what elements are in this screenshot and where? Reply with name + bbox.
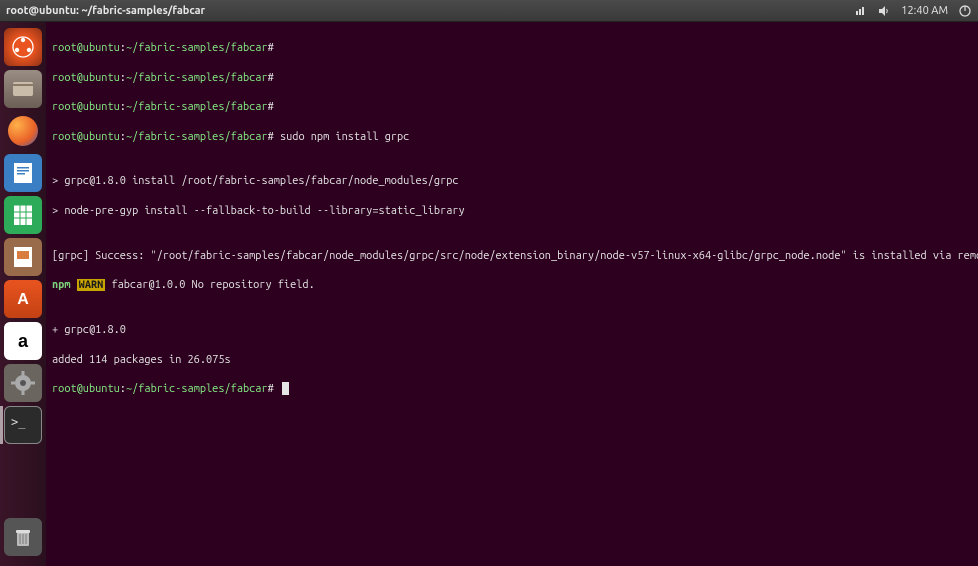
window-title: root@ubuntu: ~/fabric-samples/fabcar	[6, 5, 205, 17]
terminal-line: root@ubuntu:~/fabric-samples/fabcar# sud…	[52, 130, 972, 145]
active-app-marker	[0, 406, 3, 444]
terminal-line: root@ubuntu:~/fabric-samples/fabcar#	[52, 382, 972, 397]
firefox-icon[interactable]	[4, 112, 42, 150]
terminal-line: [grpc] Success: "/root/fabric-samples/fa…	[52, 249, 972, 264]
svg-text:A: A	[17, 291, 29, 308]
prompt-user: root@ubuntu	[52, 42, 120, 54]
network-indicator-icon[interactable]	[853, 4, 867, 18]
terminal-line: added 114 packages in 26.075s	[52, 353, 972, 368]
sound-indicator-icon[interactable]	[877, 4, 891, 18]
trash-icon[interactable]	[4, 518, 42, 556]
terminal-line: + grpc@1.8.0	[52, 323, 972, 338]
prompt-path: ~/fabric-samples/fabcar	[126, 42, 268, 54]
terminal-line: > node-pre-gyp install --fallback-to-bui…	[52, 204, 972, 219]
command-text: sudo npm install grpc	[280, 131, 409, 143]
terminal-line: root@ubuntu:~/fabric-samples/fabcar#	[52, 41, 972, 56]
session-indicator-icon[interactable]	[958, 4, 972, 18]
system-settings-icon[interactable]	[4, 364, 42, 402]
cursor	[282, 382, 289, 395]
terminal-output[interactable]: root@ubuntu:~/fabric-samples/fabcar# roo…	[46, 22, 978, 566]
files-icon[interactable]	[4, 70, 42, 108]
terminal-line: root@ubuntu:~/fabric-samples/fabcar#	[52, 71, 972, 86]
ubuntu-software-icon[interactable]: A	[4, 280, 42, 318]
libreoffice-writer-icon[interactable]	[4, 154, 42, 192]
clock[interactable]: 12:40 AM	[901, 5, 948, 17]
amazon-icon[interactable]: a	[4, 322, 42, 360]
npm-warn-badge: WARN	[77, 279, 106, 291]
npm-warn-text: fabcar@1.0.0 No repository field.	[105, 279, 314, 291]
terminal-line: npm WARN fabcar@1.0.0 No repository fiel…	[52, 278, 972, 293]
unity-launcher: A a	[0, 22, 46, 566]
dash-icon[interactable]	[4, 28, 42, 66]
npm-label: npm	[52, 279, 70, 291]
libreoffice-impress-icon[interactable]	[4, 238, 42, 276]
top-menu-bar: root@ubuntu: ~/fabric-samples/fabcar 12:…	[0, 0, 978, 22]
terminal-line: root@ubuntu:~/fabric-samples/fabcar#	[52, 100, 972, 115]
libreoffice-calc-icon[interactable]	[4, 196, 42, 234]
terminal-line: > grpc@1.8.0 install /root/fabric-sample…	[52, 174, 972, 189]
terminal-icon[interactable]	[4, 406, 42, 444]
